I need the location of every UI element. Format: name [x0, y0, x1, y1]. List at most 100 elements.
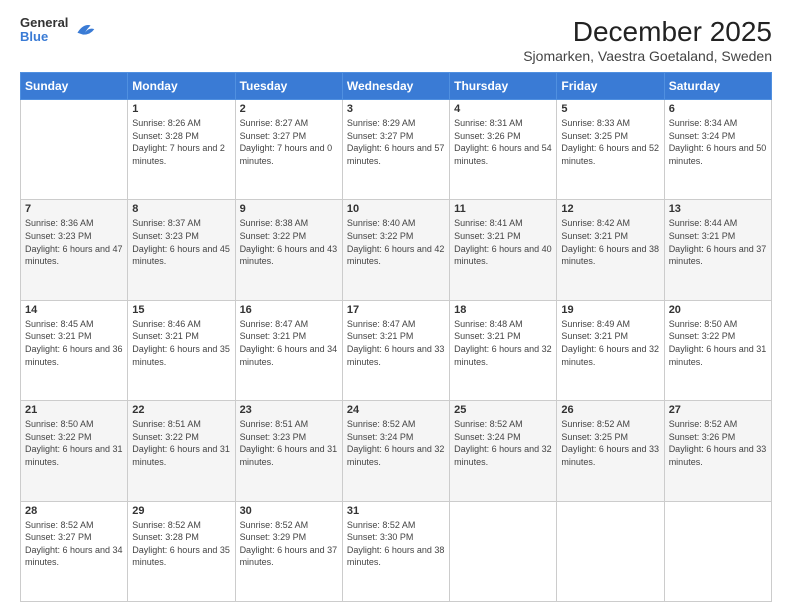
day-number: 29 [132, 505, 230, 517]
day-cell: 6 Sunrise: 8:34 AMSunset: 3:24 PMDaylight… [664, 100, 771, 200]
logo-text: General Blue [20, 16, 68, 45]
day-info: Sunrise: 8:52 AMSunset: 3:27 PMDaylight:… [25, 519, 123, 569]
day-number: 21 [25, 404, 123, 416]
day-cell: 17 Sunrise: 8:47 AMSunset: 3:21 PMDayligh… [342, 300, 449, 400]
day-number: 19 [561, 304, 659, 316]
day-number: 12 [561, 203, 659, 215]
weekday-header-sunday: Sunday [21, 73, 128, 100]
day-cell: 12 Sunrise: 8:42 AMSunset: 3:21 PMDayligh… [557, 200, 664, 300]
day-cell: 31Sunrise: 8:52 AMSunset: 3:30 PMDayligh… [342, 501, 449, 601]
day-cell: 7Sunrise: 8:36 AMSunset: 3:23 PMDaylight… [21, 200, 128, 300]
week-row-1: 1 Sunrise: 8:26 AMSunset: 3:28 PMDaylight… [21, 100, 772, 200]
day-info: Sunrise: 8:47 AMSunset: 3:21 PMDaylight:… [240, 318, 338, 368]
week-row-5: 28 Sunrise: 8:52 AMSunset: 3:27 PMDayligh… [21, 501, 772, 601]
day-number: 25 [454, 404, 552, 416]
day-cell: 29 Sunrise: 8:52 AMSunset: 3:28 PMDayligh… [128, 501, 235, 601]
day-info: Sunrise: 8:31 AMSunset: 3:26 PMDaylight:… [454, 117, 552, 167]
day-info: Sunrise: 8:52 AMSunset: 3:24 PMDaylight:… [454, 418, 552, 468]
day-number: 30 [240, 505, 338, 517]
day-info: Sunrise: 8:52 AMSunset: 3:26 PMDaylight:… [669, 418, 767, 468]
day-cell: 8 Sunrise: 8:37 AMSunset: 3:23 PMDaylight… [128, 200, 235, 300]
day-number: 1 [132, 103, 230, 115]
day-cell: 19 Sunrise: 8:49 AMSunset: 3:21 PMDayligh… [557, 300, 664, 400]
header: General Blue December 2025 Sjomarken, Va… [20, 16, 772, 64]
day-number: 16 [240, 304, 338, 316]
day-info: Sunrise: 8:49 AMSunset: 3:21 PMDaylight:… [561, 318, 659, 368]
day-info: Sunrise: 8:42 AMSunset: 3:21 PMDaylight:… [561, 217, 659, 267]
day-cell: 3 Sunrise: 8:29 AMSunset: 3:27 PMDaylight… [342, 100, 449, 200]
day-cell: 13Sunrise: 8:44 AMSunset: 3:21 PMDayligh… [664, 200, 771, 300]
calendar-table: SundayMondayTuesdayWednesdayThursdayFrid… [20, 72, 772, 602]
day-info: Sunrise: 8:45 AMSunset: 3:21 PMDaylight:… [25, 318, 123, 368]
day-number: 20 [669, 304, 767, 316]
day-info: Sunrise: 8:52 AMSunset: 3:28 PMDaylight:… [132, 519, 230, 569]
day-number: 6 [669, 103, 767, 115]
day-cell: 5Sunrise: 8:33 AMSunset: 3:25 PMDaylight… [557, 100, 664, 200]
day-info: Sunrise: 8:40 AMSunset: 3:22 PMDaylight:… [347, 217, 445, 267]
day-cell [21, 100, 128, 200]
day-number: 4 [454, 103, 552, 115]
day-cell: 25 Sunrise: 8:52 AMSunset: 3:24 PMDayligh… [450, 401, 557, 501]
day-info: Sunrise: 8:27 AMSunset: 3:27 PMDaylight:… [240, 117, 338, 167]
day-info: Sunrise: 8:52 AMSunset: 3:30 PMDaylight:… [347, 519, 445, 569]
day-number: 23 [240, 404, 338, 416]
day-number: 10 [347, 203, 445, 215]
day-cell: 21 Sunrise: 8:50 AMSunset: 3:22 PMDayligh… [21, 401, 128, 501]
day-number: 3 [347, 103, 445, 115]
day-number: 7 [25, 203, 123, 215]
logo-bird-icon [70, 16, 98, 44]
day-info: Sunrise: 8:37 AMSunset: 3:23 PMDaylight:… [132, 217, 230, 267]
day-cell: 14 Sunrise: 8:45 AMSunset: 3:21 PMDayligh… [21, 300, 128, 400]
day-cell [450, 501, 557, 601]
day-info: Sunrise: 8:50 AMSunset: 3:22 PMDaylight:… [25, 418, 123, 468]
day-cell: 2 Sunrise: 8:27 AMSunset: 3:27 PMDaylight… [235, 100, 342, 200]
day-info: Sunrise: 8:29 AMSunset: 3:27 PMDaylight:… [347, 117, 445, 167]
day-info: Sunrise: 8:47 AMSunset: 3:21 PMDaylight:… [347, 318, 445, 368]
day-cell: 22Sunrise: 8:51 AMSunset: 3:22 PMDayligh… [128, 401, 235, 501]
weekday-header-saturday: Saturday [664, 73, 771, 100]
day-info: Sunrise: 8:26 AMSunset: 3:28 PMDaylight:… [132, 117, 230, 167]
day-info: Sunrise: 8:46 AMSunset: 3:21 PMDaylight:… [132, 318, 230, 368]
day-number: 11 [454, 203, 552, 215]
day-cell: 16 Sunrise: 8:47 AMSunset: 3:21 PMDayligh… [235, 300, 342, 400]
day-number: 2 [240, 103, 338, 115]
day-number: 8 [132, 203, 230, 215]
weekday-header-monday: Monday [128, 73, 235, 100]
day-cell [557, 501, 664, 601]
day-number: 28 [25, 505, 123, 517]
day-info: Sunrise: 8:41 AMSunset: 3:21 PMDaylight:… [454, 217, 552, 267]
day-cell: 26Sunrise: 8:52 AMSunset: 3:25 PMDayligh… [557, 401, 664, 501]
day-number: 13 [669, 203, 767, 215]
logo-blue: Blue [20, 30, 68, 44]
day-cell: 10 Sunrise: 8:40 AMSunset: 3:22 PMDayligh… [342, 200, 449, 300]
day-info: Sunrise: 8:38 AMSunset: 3:22 PMDaylight:… [240, 217, 338, 267]
logo: General Blue [20, 16, 98, 45]
title-area: December 2025 Sjomarken, Vaestra Goetala… [523, 16, 772, 64]
week-row-4: 21 Sunrise: 8:50 AMSunset: 3:22 PMDayligh… [21, 401, 772, 501]
weekday-header-friday: Friday [557, 73, 664, 100]
calendar-subtitle: Sjomarken, Vaestra Goetaland, Sweden [523, 48, 772, 64]
day-number: 22 [132, 404, 230, 416]
day-number: 17 [347, 304, 445, 316]
day-info: Sunrise: 8:52 AMSunset: 3:24 PMDaylight:… [347, 418, 445, 468]
day-number: 14 [25, 304, 123, 316]
calendar-body: 1 Sunrise: 8:26 AMSunset: 3:28 PMDaylight… [21, 100, 772, 602]
weekday-header-thursday: Thursday [450, 73, 557, 100]
day-info: Sunrise: 8:51 AMSunset: 3:23 PMDaylight:… [240, 418, 338, 468]
day-cell: 4 Sunrise: 8:31 AMSunset: 3:26 PMDaylight… [450, 100, 557, 200]
day-cell: 11 Sunrise: 8:41 AMSunset: 3:21 PMDayligh… [450, 200, 557, 300]
day-cell: 28 Sunrise: 8:52 AMSunset: 3:27 PMDayligh… [21, 501, 128, 601]
calendar-title: December 2025 [523, 16, 772, 48]
calendar-header: SundayMondayTuesdayWednesdayThursdayFrid… [21, 73, 772, 100]
day-number: 18 [454, 304, 552, 316]
week-row-3: 14 Sunrise: 8:45 AMSunset: 3:21 PMDayligh… [21, 300, 772, 400]
weekday-row: SundayMondayTuesdayWednesdayThursdayFrid… [21, 73, 772, 100]
day-info: Sunrise: 8:34 AMSunset: 3:24 PMDaylight:… [669, 117, 767, 167]
weekday-header-wednesday: Wednesday [342, 73, 449, 100]
day-cell: 15 Sunrise: 8:46 AMSunset: 3:21 PMDayligh… [128, 300, 235, 400]
day-number: 15 [132, 304, 230, 316]
page: General Blue December 2025 Sjomarken, Va… [0, 0, 792, 612]
day-info: Sunrise: 8:52 AMSunset: 3:25 PMDaylight:… [561, 418, 659, 468]
day-number: 9 [240, 203, 338, 215]
day-cell: 30Sunrise: 8:52 AMSunset: 3:29 PMDayligh… [235, 501, 342, 601]
